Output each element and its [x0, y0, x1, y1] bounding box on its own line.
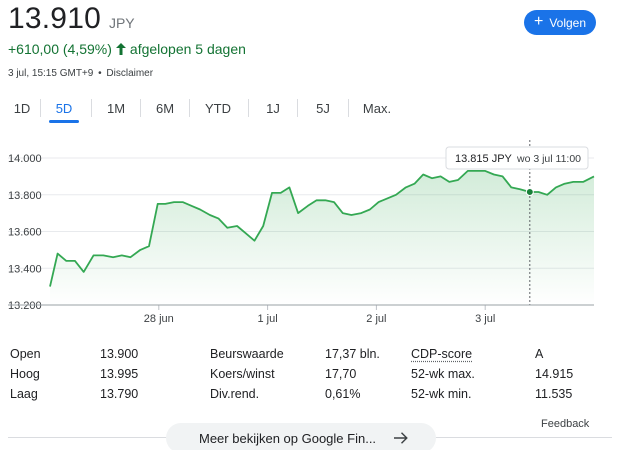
tooltip-value: 13.815 JPY [455, 153, 513, 165]
tab-max[interactable]: Max. [361, 95, 393, 121]
range-tabs: 1D 5D 1M 6M YTD 1J 5J Max. [8, 94, 393, 123]
x-tick-label: 2 jul [366, 313, 386, 325]
feedback-link[interactable]: Feedback [541, 418, 589, 430]
tooltip-time: wo 3 jul 11:00 [516, 153, 581, 165]
tab-divider [40, 99, 41, 117]
tab-divider [189, 99, 190, 117]
stat-value-52wk-low: 11.535 [535, 387, 573, 401]
plus-icon: + [533, 13, 544, 30]
x-tick-label: 28 jun [144, 313, 174, 325]
meta-separator: • [98, 68, 102, 79]
change-value: +610,00 (4,59%) [8, 41, 112, 57]
stat-label-low: Laag [10, 387, 38, 401]
x-tick-label: 1 jul [258, 313, 278, 325]
arrow-up-icon [115, 43, 126, 55]
tab-divider [297, 99, 298, 117]
price-chart[interactable]: 14.000 13.800 13.600 13.400 13.200 28 jun 1 ju… [0, 140, 620, 330]
y-tick-label: 13.600 [8, 227, 42, 239]
disclaimer-link[interactable]: Disclaimer [106, 68, 153, 79]
tab-1j[interactable]: 1J [261, 95, 285, 121]
tab-divider [140, 99, 141, 117]
current-price: 13.910 [8, 2, 101, 35]
tab-divider [91, 99, 92, 117]
stat-value-div-yield: 0,61% [325, 387, 361, 401]
more-button-label: Meer bekijken op Google Fin... [199, 430, 377, 446]
stat-value-pe-ratio: 17,70 [325, 367, 357, 381]
stat-label-div-yield: Div.rend. [210, 387, 260, 401]
y-tick-label: 14.000 [8, 153, 42, 165]
change-period: afgelopen 5 dagen [129, 41, 246, 57]
quote-header: 13.910 JPY [8, 2, 135, 36]
follow-button[interactable]: + Volgen [524, 10, 596, 35]
stat-label-52wk-low: 52-wk min. [411, 387, 472, 401]
currency-code: JPY [108, 15, 135, 31]
stat-label-pe-ratio: Koers/winst [210, 367, 275, 381]
tab-1d[interactable]: 1D [8, 95, 36, 121]
cdp-score-link[interactable]: CDP-score [411, 347, 472, 361]
follow-button-label: Volgen [549, 15, 587, 30]
tab-divider [348, 99, 349, 117]
stat-value-52wk-high: 14.915 [535, 367, 574, 381]
stat-value-cdp-score: A [535, 347, 544, 361]
stat-value-high: 13.995 [100, 367, 139, 381]
price-change: +610,00 (4,59%) afgelopen 5 dagen [8, 41, 246, 57]
price-area [50, 170, 594, 305]
stat-label-52wk-high: 52-wk max. [411, 367, 475, 381]
stat-value-market-cap: 17,37 bln. [325, 347, 380, 361]
more-on-google-finance-button[interactable]: Meer bekijken op Google Fin... [166, 423, 436, 450]
tab-ytd[interactable]: YTD [200, 95, 236, 121]
tab-5j[interactable]: 5J [310, 95, 336, 121]
y-tick-label: 13.400 [8, 263, 42, 275]
quote-meta: 3 jul, 15:15 GMT+9 • Disclaimer [8, 68, 153, 79]
x-tick-label: 3 jul [475, 313, 495, 325]
tab-6m[interactable]: 6M [151, 95, 179, 121]
stat-value-low: 13.790 [100, 387, 139, 401]
arrow-right-icon [394, 432, 408, 444]
quote-timestamp: 3 jul, 15:15 GMT+9 [8, 68, 94, 79]
y-tick-label: 13.800 [8, 190, 42, 202]
hover-point [525, 187, 534, 196]
stat-value-open: 13.900 [100, 347, 139, 361]
stat-label-high: Hoog [10, 367, 40, 381]
tab-5d[interactable]: 5D [49, 95, 79, 123]
stat-label-open: Open [10, 347, 41, 361]
y-tick-label: 13.200 [8, 300, 42, 312]
tab-divider [248, 99, 249, 117]
tab-1m[interactable]: 1M [102, 95, 130, 121]
stat-label-market-cap: Beurswaarde [210, 347, 284, 361]
